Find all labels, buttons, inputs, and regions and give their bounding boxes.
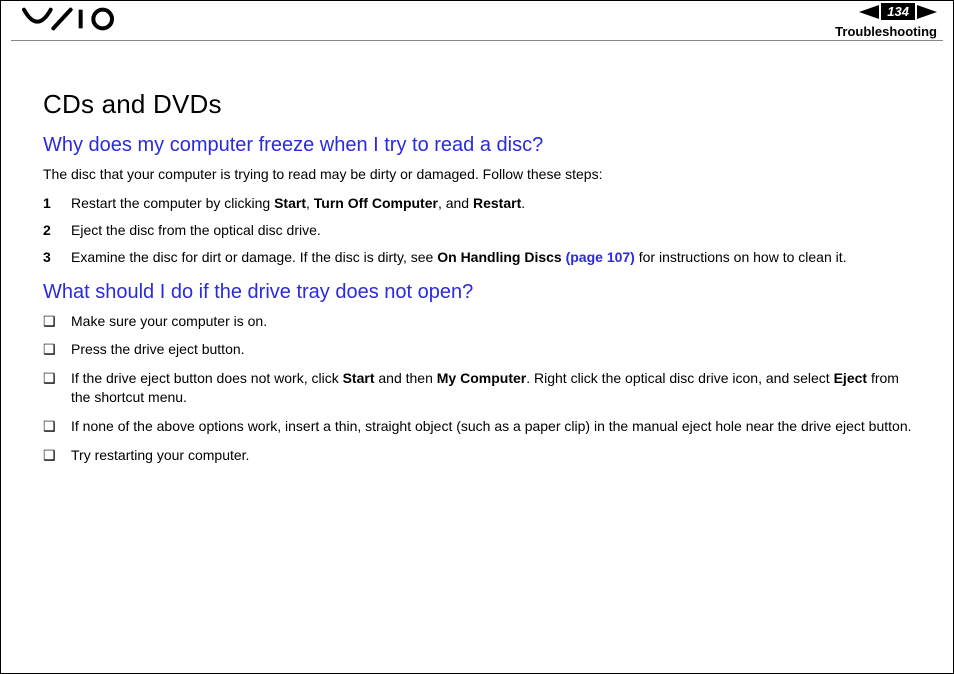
page-content: CDs and DVDs Why does my computer freeze… [1, 41, 953, 485]
text-run: If the drive eject button does not work,… [71, 370, 343, 386]
section-label: Troubleshooting [835, 24, 937, 39]
next-page-arrow-icon[interactable] [917, 5, 937, 19]
text-run: and then [374, 370, 436, 386]
bold-run: My Computer [437, 370, 526, 386]
bullet-text: If the drive eject button does not work,… [71, 369, 919, 407]
vaio-logo-icon [21, 7, 131, 31]
bold-run: On Handling Discs [437, 249, 565, 265]
text-run: Restart the computer by clicking [71, 195, 274, 211]
list-item: 3 Examine the disc for dirt or damage. I… [43, 248, 919, 267]
question-heading: What should I do if the drive tray does … [43, 281, 919, 304]
bold-run: Start [343, 370, 375, 386]
bullet-icon: ❑ [43, 417, 71, 436]
checklist: ❑ Make sure your computer is on. ❑ Press… [43, 312, 919, 465]
step-number: 2 [43, 221, 71, 240]
step-number: 3 [43, 248, 71, 267]
list-item: ❑ Press the drive eject button. [43, 340, 919, 359]
bullet-icon: ❑ [43, 369, 71, 388]
bullet-icon: ❑ [43, 312, 71, 331]
bold-run: Restart [473, 195, 521, 211]
bullet-icon: ❑ [43, 340, 71, 359]
bullet-text: Try restarting your computer. [71, 446, 919, 465]
list-item: ❑ If the drive eject button does not wor… [43, 369, 919, 407]
text-run: . [521, 195, 525, 211]
text-run: Examine the disc for dirt or damage. If … [71, 249, 437, 265]
bullet-text: Make sure your computer is on. [71, 312, 919, 331]
page-link[interactable]: (page 107) [566, 249, 635, 265]
text-run: , [306, 195, 314, 211]
bullet-icon: ❑ [43, 446, 71, 465]
step-text: Examine the disc for dirt or damage. If … [71, 248, 919, 267]
list-item: ❑ Make sure your computer is on. [43, 312, 919, 331]
text-run: for instructions on how to clean it. [635, 249, 847, 265]
question-heading: Why does my computer freeze when I try t… [43, 134, 919, 157]
prev-page-arrow-icon[interactable] [859, 5, 879, 19]
bold-run: Eject [834, 370, 867, 386]
step-number: 1 [43, 194, 71, 213]
intro-paragraph: The disc that your computer is trying to… [43, 165, 919, 184]
list-item: ❑ Try restarting your computer. [43, 446, 919, 465]
step-text: Eject the disc from the optical disc dri… [71, 221, 919, 240]
list-item: 2 Eject the disc from the optical disc d… [43, 221, 919, 240]
page-navigation: 134 Troubleshooting [835, 3, 937, 39]
step-text: Restart the computer by clicking Start , … [71, 194, 919, 213]
list-item: ❑ If none of the above options work, ins… [43, 417, 919, 436]
page-number-widget: 134 [859, 3, 937, 20]
document-page: 134 Troubleshooting CDs and DVDs Why doe… [0, 0, 954, 674]
bold-run: Turn Off Computer [314, 195, 438, 211]
text-run: , and [438, 195, 473, 211]
bullet-text: Press the drive eject button. [71, 340, 919, 359]
page-number: 134 [881, 3, 915, 20]
text-run: . Right click the optical disc drive ico… [526, 370, 833, 386]
bold-run: Start [274, 195, 306, 211]
numbered-steps: 1 Restart the computer by clicking Start… [43, 194, 919, 267]
page-header: 134 Troubleshooting [11, 1, 943, 41]
bullet-text: If none of the above options work, inser… [71, 417, 919, 436]
page-title: CDs and DVDs [43, 89, 919, 120]
list-item: 1 Restart the computer by clicking Start… [43, 194, 919, 213]
